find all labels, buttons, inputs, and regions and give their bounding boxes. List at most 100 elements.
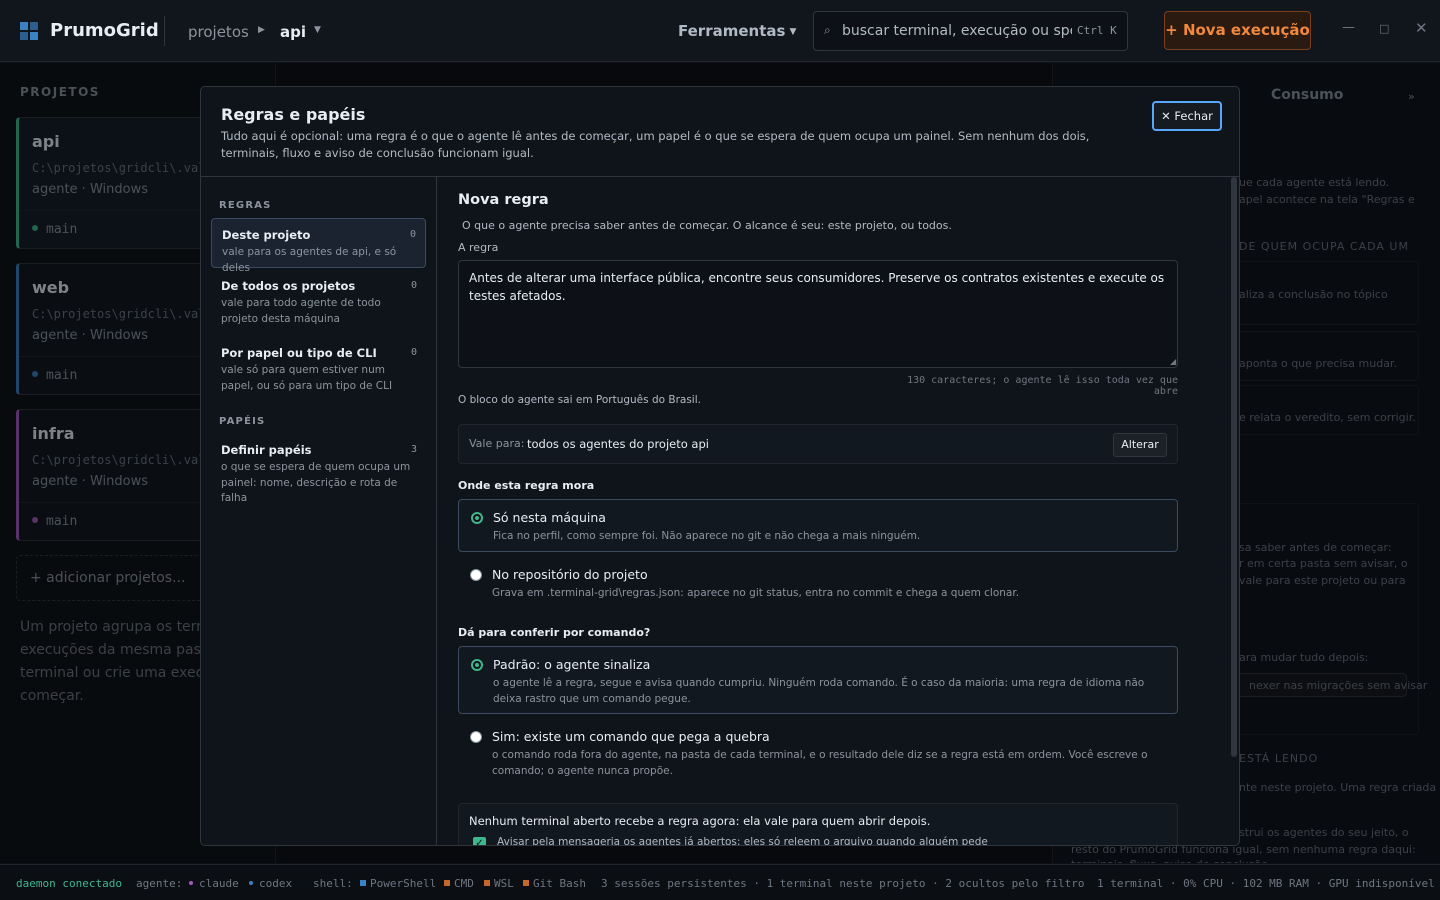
- shell-gitbash: Git Bash: [523, 877, 586, 890]
- breadcrumb-projects[interactable]: projetos: [188, 23, 249, 41]
- tools-menu[interactable]: Ferramentas ▼: [678, 22, 796, 40]
- nav-section-roles: PAPÉIS: [219, 416, 266, 427]
- search-box[interactable]: ⌕ Ctrl K: [813, 11, 1128, 51]
- scope-row: Vale para: todos os agentes do projeto a…: [458, 424, 1178, 464]
- notify-open-agents-checkbox[interactable]: ✓: [473, 837, 486, 845]
- nav-item-count: 0: [409, 229, 416, 240]
- search-input[interactable]: [842, 12, 1072, 50]
- notice-title: Nenhum terminal aberto recebe a regra ag…: [469, 814, 931, 828]
- rule-textarea[interactable]: Antes de alterar uma interface pública, …: [458, 260, 1178, 368]
- shell-icon: [444, 880, 450, 886]
- shell-cmd: CMD: [444, 877, 474, 890]
- shell-name: CMD: [454, 877, 474, 890]
- dialog-nav: REGRAS Deste projeto 0 vale para os agen…: [201, 177, 437, 845]
- nav-item-by-role[interactable]: Por papel ou tipo de CLI 0 vale só para …: [211, 337, 426, 397]
- check-option-command[interactable]: Sim: existe um comando que pega a quebra…: [458, 721, 1178, 783]
- dialog-title: Regras e papéis: [221, 105, 366, 124]
- minimize-icon[interactable]: —: [1342, 20, 1355, 35]
- radio-button[interactable]: [471, 659, 483, 671]
- close-label: Fechar: [1174, 109, 1213, 123]
- option-title: Só nesta máquina: [493, 510, 606, 525]
- nav-item-all-projects[interactable]: De todos os projetos 0 vale para todo ag…: [211, 270, 426, 330]
- nav-item-description: o que se espera de quem ocupa um painel:…: [221, 461, 411, 504]
- location-heading: Onde esta regra mora: [458, 479, 595, 492]
- new-rule-form: Nova regra O que o agente precisa saber …: [438, 177, 1238, 845]
- radio-button[interactable]: [470, 731, 482, 743]
- option-description: o comando roda fora do agente, na pasta …: [492, 749, 1148, 777]
- chevron-down-icon: ▼: [789, 27, 797, 37]
- option-description: Fica no perfil, como sempre foi. Não apa…: [493, 530, 921, 542]
- grid-logo-icon: [20, 22, 38, 40]
- location-option-local[interactable]: Só nesta máquina Fica no perfil, como se…: [458, 499, 1178, 552]
- location-option-repo[interactable]: No repositório do projeto Grava em .term…: [458, 557, 1178, 607]
- agent-dot: [249, 881, 253, 885]
- option-title: Sim: existe um comando que pega a quebra: [492, 729, 770, 744]
- scope-label: Vale para:: [469, 437, 525, 450]
- session-info: 3 sessões persistentes · 1 terminal nest…: [601, 877, 1085, 890]
- agent-name: claude: [199, 877, 239, 890]
- project-dropdown-icon[interactable]: ▼: [314, 25, 321, 35]
- shell-icon: [523, 880, 529, 886]
- nav-item-count: 0: [410, 280, 417, 291]
- search-icon: ⌕: [824, 23, 831, 37]
- nav-item-count: 3: [410, 444, 417, 455]
- form-title: Nova regra: [458, 192, 549, 208]
- nav-item-count: 0: [410, 347, 417, 358]
- check-heading: Dá para conferir por comando?: [458, 626, 651, 639]
- shell-icon: [484, 880, 490, 886]
- nav-item-description: vale só para quem estiver num papel, ou …: [221, 364, 393, 392]
- nav-item-label: Definir papéis: [221, 443, 312, 457]
- nav-item-label: De todos os projetos: [221, 279, 356, 293]
- nav-item-define-roles[interactable]: Definir papéis 3 o que se espera de quem…: [211, 434, 426, 504]
- rule-label: A regra: [458, 241, 499, 254]
- close-window-icon[interactable]: ✕: [1415, 19, 1428, 37]
- close-dialog-button[interactable]: ✕ Fechar: [1152, 101, 1222, 131]
- agent-name: codex: [259, 877, 293, 890]
- resize-handle-icon[interactable]: ◢: [1170, 357, 1176, 366]
- agent-codex: codex: [249, 877, 292, 890]
- brand-name: PrumoGrid: [50, 20, 159, 41]
- shell-icon: [360, 880, 366, 886]
- close-icon: ✕: [1161, 109, 1171, 123]
- option-description: Grava em .terminal-grid\regras.json: apa…: [492, 587, 1020, 599]
- new-run-button[interactable]: + Nova execução: [1164, 11, 1311, 50]
- shell-wsl: WSL: [484, 877, 514, 890]
- form-scrollbar[interactable]: [1231, 177, 1237, 757]
- search-shortcut: Ctrl K: [1077, 24, 1117, 37]
- breadcrumb-current-project[interactable]: api: [280, 23, 306, 41]
- divider: [164, 16, 165, 46]
- form-subtitle: O que o agente precisa saber antes de co…: [462, 219, 952, 232]
- char-count: 130 caracteres; o agente lê isso toda ve…: [907, 375, 1178, 397]
- language-note: O bloco do agente sai em Português do Br…: [458, 394, 701, 406]
- shell-powershell: PowerShell: [360, 877, 436, 890]
- option-title: No repositório do projeto: [492, 567, 648, 582]
- check-option-agent-signals[interactable]: Padrão: o agente sinaliza o agente lê a …: [458, 646, 1178, 714]
- maximize-icon[interactable]: □: [1379, 22, 1389, 35]
- radio-button[interactable]: [470, 569, 482, 581]
- tools-label: Ferramentas: [678, 22, 786, 40]
- shell-label: shell:: [313, 877, 353, 890]
- option-title: Padrão: o agente sinaliza: [493, 657, 651, 672]
- open-terminals-notice: Nenhum terminal aberto recebe a regra ag…: [458, 803, 1178, 845]
- shell-name: PowerShell: [370, 877, 437, 890]
- agent-claude: claude: [189, 877, 239, 890]
- nav-item-label: Deste projeto: [222, 228, 311, 242]
- nav-item-description: vale para todo agente de todo projeto de…: [221, 297, 381, 325]
- notify-open-agents-label[interactable]: Avisar pela mensageria os agentes já abe…: [497, 836, 988, 845]
- dialog-description: Tudo aqui é opcional: uma regra é o que …: [221, 129, 1090, 160]
- nav-item-this-project[interactable]: Deste projeto 0 vale para os agentes de …: [211, 218, 426, 274]
- shell-name: WSL: [494, 877, 514, 890]
- nav-item-label: Por papel ou tipo de CLI: [221, 346, 377, 360]
- shell-name: Git Bash: [533, 877, 586, 890]
- change-scope-button[interactable]: Alterar: [1113, 433, 1167, 457]
- scope-value: todos os agentes do projeto api: [527, 437, 709, 451]
- agent-label: agente:: [136, 877, 183, 890]
- option-description: o agente lê a regra, segue e avisa quand…: [493, 677, 1145, 705]
- rules-roles-dialog: Regras e papéis Tudo aqui é opcional: um…: [200, 86, 1240, 846]
- nav-section-rules: REGRAS: [219, 200, 272, 211]
- status-bar: daemon conectado agente: claude codex sh…: [0, 864, 1440, 900]
- agent-dot: [189, 881, 193, 885]
- radio-button[interactable]: [471, 512, 483, 524]
- top-bar: PrumoGrid projetos ▶ api ▼ Ferramentas ▼ …: [0, 0, 1440, 62]
- daemon-status: daemon conectado: [16, 877, 122, 890]
